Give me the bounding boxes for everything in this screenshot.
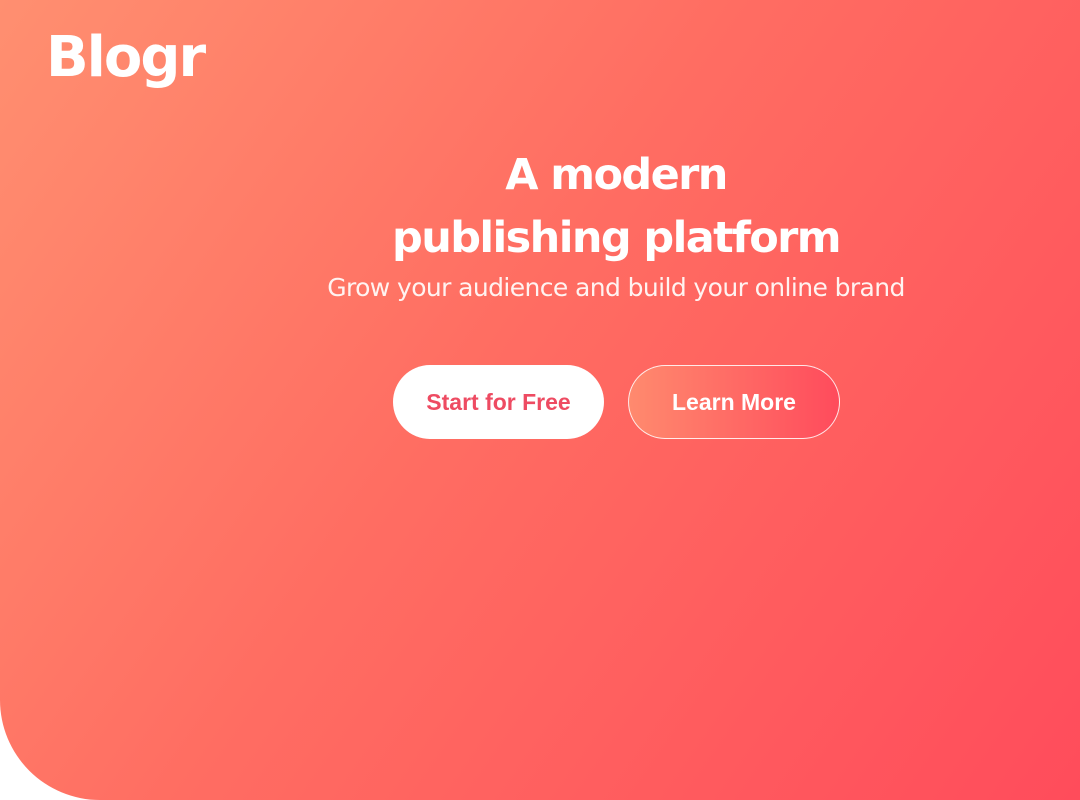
blogr-logo[interactable]: Blogr xyxy=(46,22,206,94)
hero-section: Blogr A modern publishing platform Grow … xyxy=(0,0,1080,800)
start-for-free-button[interactable]: Start for Free xyxy=(393,365,604,439)
hero-headline-line-1: A modern xyxy=(505,150,728,200)
learn-more-button[interactable]: Learn More xyxy=(628,365,840,439)
hero-headline: A modern publishing platform xyxy=(0,144,1080,270)
hero-headline-line-2: publishing platform xyxy=(392,213,842,263)
hero-subheadline: Grow your audience and build your online… xyxy=(327,273,905,302)
